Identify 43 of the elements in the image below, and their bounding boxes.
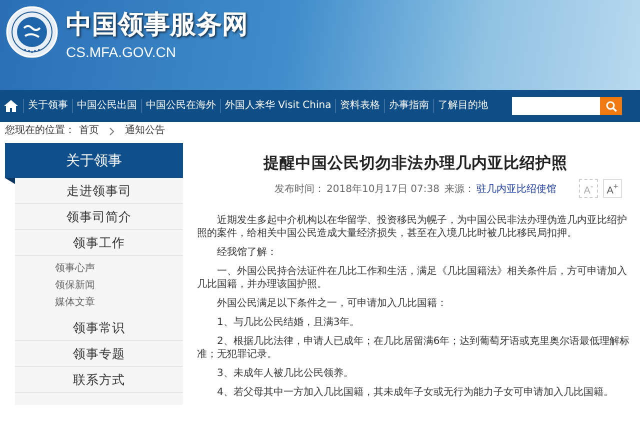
sidebar-item[interactable]: 领事常识 (15, 315, 183, 341)
nav-link[interactable]: 关于领事 (23, 99, 72, 113)
article-paragraph: 近期发生多起中介机构以在华留学、投资移民为幌子，为中国公民非法办理伪造几内亚比绍护照的案件，给相关中国公民造成大量经济损失，甚至在入境几比时被几比移民局扣押。 (197, 214, 628, 240)
article-paragraph: 4、若父母其中一方加入几比国籍，其未成年子女或无行为能力子女可申请加入几比国籍。 (216, 386, 614, 399)
nav-link[interactable]: 了解目的地 (433, 99, 492, 113)
nav-link[interactable]: 中国公民出国 (72, 99, 141, 113)
search-field[interactable] (512, 97, 600, 115)
source-link[interactable]: 驻几内亚比绍使馆 (476, 182, 556, 196)
article-paragraph: 一、外国公民持合法证件在几比工作和生活，满足《几比国籍法》相关条件后，方可申请加入几比国籍，并办理该国护照。 (197, 265, 628, 291)
nav-link[interactable]: 办事指南 (384, 99, 434, 113)
emblem-icon (6, 6, 58, 58)
source-label: 来源： (444, 182, 474, 196)
breadcrumb-link[interactable]: 首页 (79, 125, 99, 137)
article-paragraph: 3、未成年人被几比公民领养。 (216, 367, 354, 380)
sidebar-title: 关于领事 (5, 143, 183, 178)
chevron-icon (109, 126, 115, 136)
ribbon-fold (5, 178, 15, 184)
search-icon (606, 100, 616, 112)
nav-link[interactable]: 中国公民在海外 (141, 99, 220, 113)
sidebar-item[interactable]: 领事司简介 (15, 204, 183, 230)
site-title: 中国领事服务网 (66, 10, 248, 40)
font-size-button[interactable]: A$^{+}$ (603, 179, 622, 198)
sidebar-subitem[interactable]: 媒体文章 (15, 294, 183, 311)
date-label: 发布时间： (274, 182, 325, 196)
article-paragraph: 外国公民满足以下条件之一，可申请加入几比国籍： (216, 297, 448, 310)
article-paragraph: 1、与几比公民结婚，且满3年。 (216, 316, 361, 329)
breadcrumb-label: 您现在的位置： (5, 125, 75, 137)
sidebar-item[interactable]: 走进领事司 (15, 178, 183, 204)
article-paragraph: 2、根据几比法律，申请人已成年；在几比居留满6年；达到葡萄牙语或克里奥尔语最低理解标准；无犯罪记录。 (197, 335, 631, 361)
nav-link[interactable]: 外国人来华 Visit China (220, 99, 336, 113)
article-paragraph: 经我馆了解： (216, 246, 278, 259)
sidebar-subitem[interactable]: 领事心声 (15, 260, 183, 277)
sidebar-item[interactable]: 领事工作 (15, 230, 183, 256)
article-title: 提醒中国公民切勿非法办理几内亚比绍护照 (262, 153, 568, 174)
sidebar-subitem[interactable]: 领保新闻 (15, 277, 183, 294)
publish-date: 2018年10月17日 07:38 (326, 183, 440, 196)
site-domain: CS.MFA.GOV.CN (66, 44, 177, 60)
sidebar-item[interactable]: 领事专题 (15, 341, 183, 367)
search-button[interactable] (600, 97, 622, 115)
sidebar-item[interactable]: 联系方式 (15, 367, 183, 393)
home-icon[interactable] (4, 100, 18, 112)
nav-link[interactable]: 资料表格 (335, 99, 384, 113)
breadcrumb-link[interactable]: 通知公告 (125, 125, 165, 137)
